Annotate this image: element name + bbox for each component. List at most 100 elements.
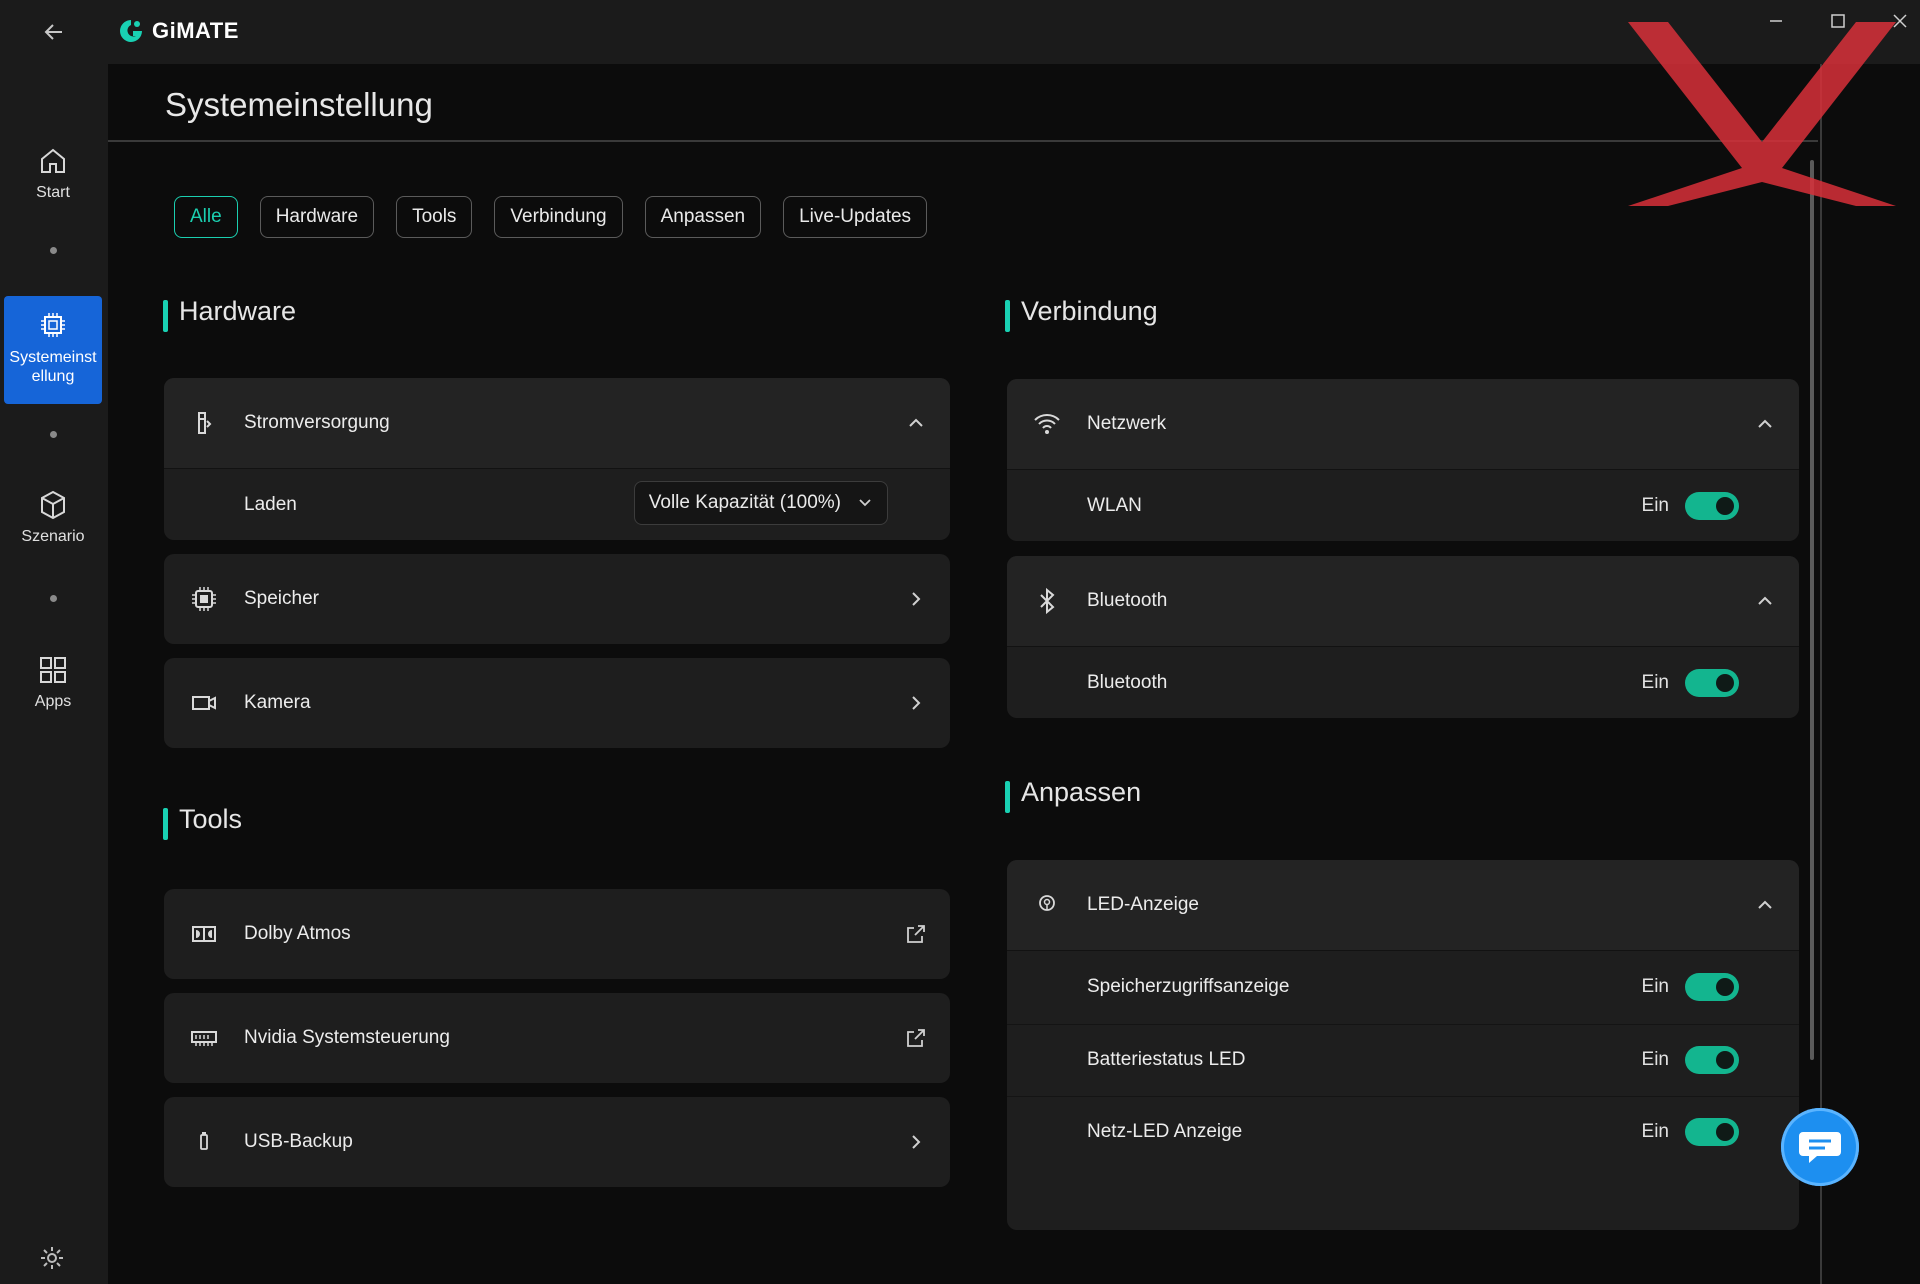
home-icon xyxy=(41,148,65,173)
kamera-header[interactable]: Kamera xyxy=(164,658,950,748)
sidebar: Start Systemeinst ellung Szenario Apps xyxy=(0,64,108,1284)
external-link-icon xyxy=(907,1029,925,1047)
chevron-up-icon xyxy=(909,418,923,427)
card-netzwerk: Netzwerk WLAN Ein xyxy=(1007,379,1799,541)
section-title-hardware: Hardware xyxy=(163,296,296,332)
external-link-icon xyxy=(907,925,925,943)
speicher-header[interactable]: Speicher xyxy=(164,554,950,644)
sidebar-item-label: Apps xyxy=(34,693,72,710)
filter-alle[interactable]: Alle xyxy=(174,196,238,238)
cube-icon xyxy=(41,490,65,520)
title-divider xyxy=(108,140,1818,142)
laden-label: Laden xyxy=(244,494,297,515)
scrollbar-thumb[interactable] xyxy=(1810,160,1814,1060)
nvidia-header[interactable]: Nvidia Systemsteuerung xyxy=(164,993,950,1083)
chat-bubble-icon xyxy=(1799,1132,1841,1163)
wlan-toggle[interactable] xyxy=(1685,492,1739,520)
usb-backup-header[interactable]: USB-Backup xyxy=(164,1097,950,1187)
nvidia-label: Nvidia Systemsteuerung xyxy=(244,1027,450,1048)
page-title: Systemeinstellung xyxy=(165,86,433,123)
sidebar-divider-dot xyxy=(50,431,57,438)
stromversorgung-header[interactable]: Stromversorgung xyxy=(164,378,950,469)
filter-anpassen[interactable]: Anpassen xyxy=(644,196,762,238)
bluetooth-row-label: Bluetooth xyxy=(1087,672,1168,693)
wlan-row: WLAN Ein xyxy=(1007,471,1799,541)
settings-button[interactable] xyxy=(38,1244,66,1272)
filter-verbindung[interactable]: Verbindung xyxy=(494,196,623,238)
sidebar-item-systemeinstellung[interactable]: Systemeinst ellung xyxy=(4,296,102,404)
speicher-label: Speicher xyxy=(244,588,319,609)
chevron-right-icon xyxy=(912,592,921,606)
sidebar-item-szenario[interactable]: Szenario xyxy=(4,488,102,578)
sidebar-item-label: Start xyxy=(36,184,70,201)
wlan-label: WLAN xyxy=(1087,495,1142,516)
camera-icon xyxy=(192,696,216,710)
card-nvidia-systemsteuerung[interactable]: Nvidia Systemsteuerung xyxy=(164,993,950,1083)
card-bluetooth: Bluetooth Bluetooth Ein xyxy=(1007,556,1799,718)
filter-live-updates[interactable]: Live-Updates xyxy=(783,196,928,238)
netzwerk-header[interactable]: Netzwerk xyxy=(1007,379,1799,470)
main-content: Systemeinstellung Alle Hardware Tools Ve… xyxy=(108,64,1920,1284)
back-button[interactable] xyxy=(38,16,70,48)
charging-mode-select[interactable]: Volle Kapazität (100%) xyxy=(633,481,888,525)
led-row-speicherzugriff: Speicherzugriffsanzeige Ein xyxy=(1007,952,1799,1022)
led-row-batteriestatus: Batteriestatus LED Ein xyxy=(1007,1024,1799,1095)
card-stromversorgung: Stromversorgung Laden Volle Kapazität (1… xyxy=(164,378,950,540)
section-title-anpassen: Anpassen xyxy=(1005,777,1141,813)
charging-mode-value: Volle Kapazität (100%) xyxy=(648,492,841,513)
speicherzugriffsanzeige-toggle[interactable] xyxy=(1685,973,1739,1001)
sidebar-item-label: Systemeinst ellung xyxy=(9,349,97,385)
bluetooth-header[interactable]: Bluetooth xyxy=(1007,556,1799,647)
sidebar-divider-dot xyxy=(50,247,57,254)
led-anzeige-header[interactable]: LED-Anzeige xyxy=(1007,860,1799,951)
netzwerk-label: Netzwerk xyxy=(1087,413,1167,434)
sidebar-item-apps[interactable]: Apps xyxy=(4,653,102,743)
gear-icon xyxy=(41,1247,63,1269)
chip-icon xyxy=(41,313,65,337)
usb-backup-label: USB-Backup xyxy=(244,1131,353,1152)
chevron-right-icon xyxy=(912,696,921,710)
stromversorgung-label: Stromversorgung xyxy=(244,412,390,433)
card-kamera[interactable]: Kamera xyxy=(164,658,950,748)
memory-chip-icon xyxy=(192,587,216,611)
sidebar-item-start[interactable]: Start xyxy=(4,144,102,234)
led-row-state: Ein xyxy=(1641,1049,1669,1070)
grid-icon xyxy=(40,657,66,683)
card-usb-backup[interactable]: USB-Backup xyxy=(164,1097,950,1187)
laden-row: Laden Volle Kapazität (100%) xyxy=(164,470,950,540)
gimate-logo-icon xyxy=(118,18,144,44)
dolby-icon xyxy=(192,926,216,942)
chevron-up-icon xyxy=(1758,596,1772,605)
gpu-icon xyxy=(191,1031,217,1046)
led-row-netz-led: Netz-LED Anzeige Ein xyxy=(1007,1096,1799,1167)
card-dolby-atmos[interactable]: Dolby Atmos xyxy=(164,889,950,979)
led-icon xyxy=(1039,895,1055,911)
batteriestatus-led-toggle[interactable] xyxy=(1685,1046,1739,1074)
chevron-right-icon xyxy=(912,1135,921,1149)
chevron-up-icon xyxy=(1758,419,1772,428)
led-row-state: Ein xyxy=(1641,1121,1669,1142)
led-anzeige-label: LED-Anzeige xyxy=(1087,894,1199,915)
arrow-left-icon xyxy=(44,24,62,40)
led-row-label: Speicherzugriffsanzeige xyxy=(1087,976,1290,997)
chevron-up-icon xyxy=(1758,900,1772,909)
section-title-tools: Tools xyxy=(163,804,242,840)
usb-icon xyxy=(200,1132,208,1150)
led-row-label: Batteriestatus LED xyxy=(1087,1049,1246,1070)
power-plug-icon xyxy=(198,412,212,434)
filter-hardware[interactable]: Hardware xyxy=(259,196,375,238)
filter-tools[interactable]: Tools xyxy=(396,196,473,238)
bluetooth-toggle[interactable] xyxy=(1685,669,1739,697)
netz-led-anzeige-toggle[interactable] xyxy=(1685,1118,1739,1146)
card-speicher[interactable]: Speicher xyxy=(164,554,950,644)
chat-button[interactable] xyxy=(1781,1108,1859,1186)
section-title-verbindung: Verbindung xyxy=(1005,296,1158,332)
led-row-state: Ein xyxy=(1641,976,1669,997)
wifi-icon xyxy=(1034,414,1060,434)
kamera-label: Kamera xyxy=(244,692,311,713)
bluetooth-state: Ein xyxy=(1641,672,1669,693)
wlan-state: Ein xyxy=(1641,495,1669,516)
watermark-logo-icon xyxy=(1628,22,1896,206)
dolby-atmos-header[interactable]: Dolby Atmos xyxy=(164,889,950,979)
content-edge-line xyxy=(1820,64,1822,1284)
